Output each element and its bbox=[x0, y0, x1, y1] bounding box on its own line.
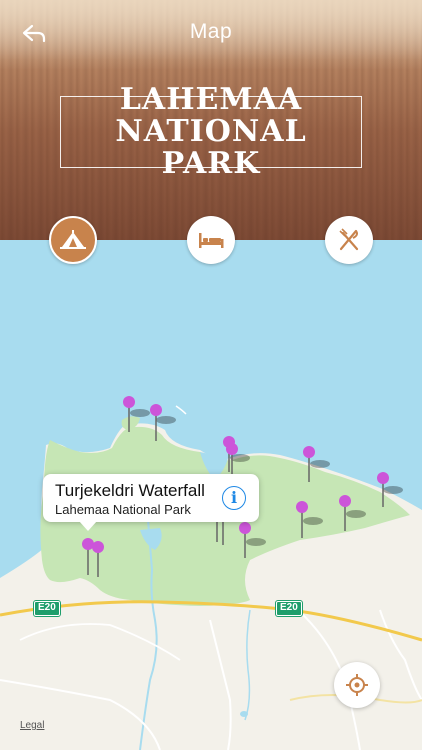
callout-subtitle: Lahemaa National Park bbox=[55, 502, 191, 517]
bird-mark bbox=[175, 405, 187, 415]
category-hotels-button[interactable] bbox=[187, 216, 235, 264]
lake bbox=[240, 711, 248, 717]
header-banner: Map LAHEMAA NATIONAL PARK bbox=[0, 0, 422, 240]
crosshair-icon bbox=[346, 674, 368, 696]
bed-icon bbox=[199, 233, 224, 248]
category-restaurants-button[interactable] bbox=[325, 216, 373, 264]
tent-icon bbox=[60, 230, 86, 249]
park-title-box: LAHEMAA NATIONAL PARK bbox=[60, 84, 362, 180]
legal-link[interactable]: Legal bbox=[20, 720, 44, 731]
callout-title: Turjekeldri Waterfall bbox=[55, 481, 205, 500]
road-badge-e20: E20 bbox=[33, 600, 61, 617]
page-title: Map bbox=[189, 20, 233, 43]
category-sightseeing-button[interactable] bbox=[49, 216, 97, 264]
place-callout[interactable]: Turjekeldri Waterfall Lahemaa National P… bbox=[43, 474, 259, 531]
park-title: LAHEMAA NATIONAL PARK bbox=[115, 82, 307, 181]
info-icon[interactable]: i bbox=[222, 486, 246, 510]
locate-me-button[interactable] bbox=[334, 662, 380, 708]
fork-knife-icon bbox=[339, 228, 359, 251]
road-badge-e20: E20 bbox=[275, 600, 303, 617]
